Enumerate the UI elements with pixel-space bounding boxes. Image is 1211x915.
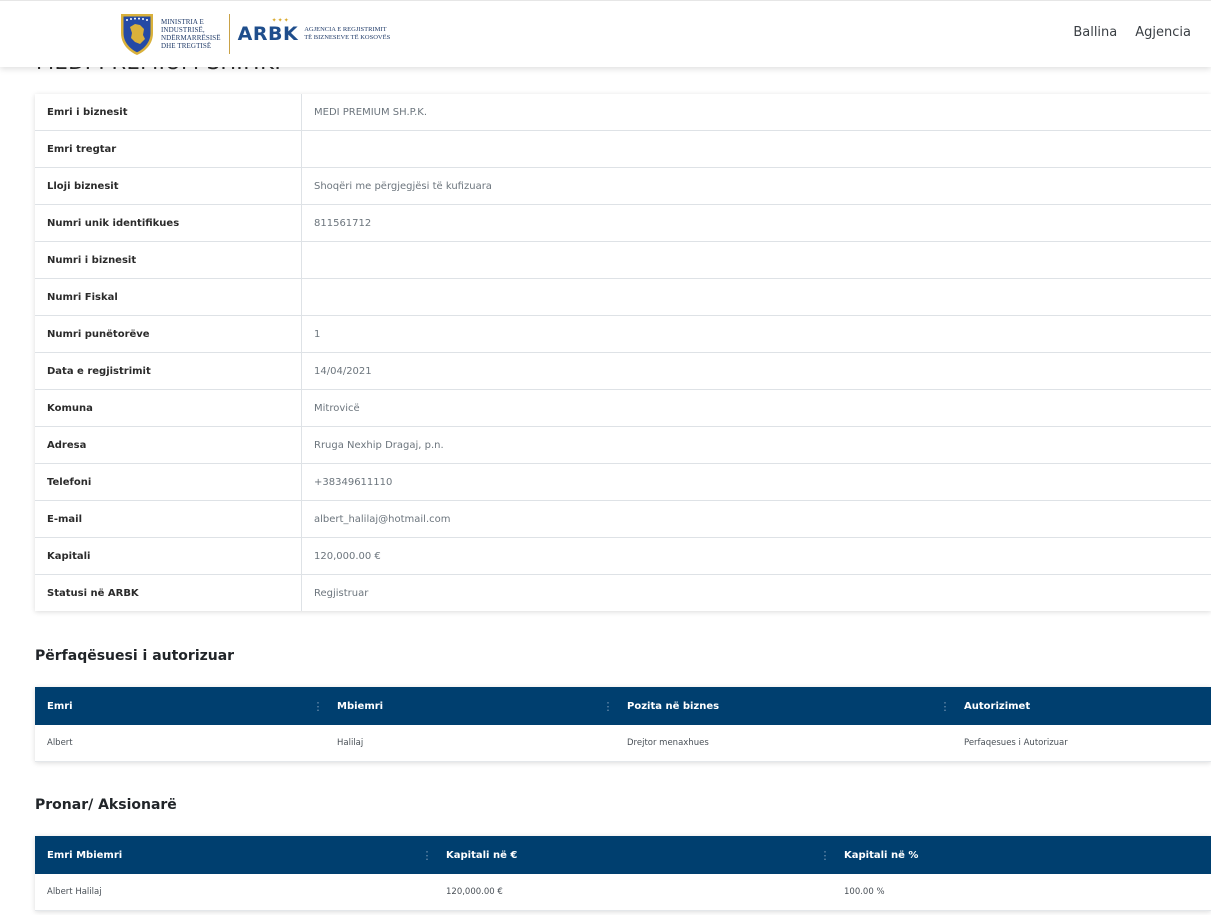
kosovo-coat-of-arms-icon [121,14,153,55]
table-row: Numri punëtorëve 1 [35,315,1211,353]
info-value: 811561712 [301,204,1211,242]
info-label: Adresa [35,426,302,464]
cell-emri: Albert [47,738,73,748]
cell-pozita: Drejtor menaxhues [627,738,709,748]
info-label: Telefoni [35,463,302,501]
info-label: Emri tregtar [35,130,302,168]
cell-autorizimet: Perfaqesues i Autorizuar [964,738,1068,748]
business-info-table: Emri i biznesit MEDI PREMIUM SH.P.K. Emri… [35,94,1211,611]
cell-kapitali-eur: 120,000.00 € [446,887,503,897]
table-row: Data e regjistrimit 14/04/2021 [35,352,1211,390]
info-value [301,241,1211,279]
table-row: Telefoni +38349611110 [35,463,1211,501]
info-value: albert_halilaj@hotmail.com [301,500,1211,538]
table-row: Numri unik identifikues 811561712 [35,204,1211,242]
table-row: Emri i biznesit MEDI PREMIUM SH.P.K. [35,94,1211,131]
kebab-menu-icon[interactable]: ⋮ [311,687,325,725]
info-value: 14/04/2021 [301,352,1211,390]
column-header-emri[interactable]: Emri ⋮ [35,687,325,725]
info-label: Numri i biznesit [35,241,302,279]
table-row[interactable]: Albert Halilaj Drejtor menaxhues Perfaqe… [35,725,1211,762]
info-value: Mitrovicë [301,389,1211,427]
owners-title: Pronar/ Aksionarë [35,797,177,813]
table-row[interactable]: Albert Halilaj 120,000.00 € 100.00 % [35,874,1211,911]
cell-emri-mbiemri: Albert Halilaj [47,887,102,897]
arbk-wordmark: ARBK [237,23,299,45]
info-value [301,278,1211,316]
table-row: E-mail albert_halilaj@hotmail.com [35,500,1211,538]
table-row: Lloji biznesit Shoqëri me përgjegjësi të … [35,167,1211,205]
info-label: Statusi në ARBK [35,574,302,611]
agency-name: AGJENCIA E REGJISTRIMIT TË BIZNESEVE TË … [304,26,391,41]
info-label: Numri Fiskal [35,278,302,316]
kebab-menu-icon[interactable]: ⋮ [818,836,832,874]
info-label: Lloji biznesit [35,167,302,205]
info-label: Numri punëtorëve [35,315,302,353]
top-navbar: MINISTRIA E INDUSTRISË, NDËRMARRËSISË DH… [0,0,1211,67]
info-label: Komuna [35,389,302,427]
logo-group[interactable]: MINISTRIA E INDUSTRISË, NDËRMARRËSISË DH… [118,11,390,57]
info-value: Rruga Nexhip Dragaj, p.n. [301,426,1211,464]
arbk-logo: ✦✦✦ ARBK AGJENCIA E REGJISTRIMIT TË BIZN… [237,18,391,45]
info-value: Regjistruar [314,587,369,599]
grid-header: Emri Mbiemri ⋮ Kapitali në € ⋮ Kapitali … [35,836,1211,874]
table-row: Numri i biznesit [35,241,1211,279]
column-header-kapitali-percent[interactable]: Kapitali në % [832,836,1211,874]
info-value: MEDI PREMIUM SH.P.K. [301,94,1211,131]
info-value: 1 [301,315,1211,353]
table-row: Emri tregtar [35,130,1211,168]
nav-link-agjencia[interactable]: Agjencia [1135,25,1191,40]
info-label: Data e regjistrimit [35,352,302,390]
info-value [301,130,1211,168]
cell-mbiemri: Halilaj [337,738,364,748]
kebab-menu-icon[interactable]: ⋮ [601,687,615,725]
table-row: Numri Fiskal [35,278,1211,316]
column-header-autorizimet[interactable]: Autorizimet [952,687,1211,725]
logo-divider [228,14,230,54]
info-value: 120,000.00 € [301,537,1211,575]
representatives-title: Përfaqësuesi i autorizuar [35,648,235,664]
column-header-emri-mbiemri[interactable]: Emri Mbiemri ⋮ [35,836,434,874]
info-value: Shoqëri me përgjegjësi të kufizuara [301,167,1211,205]
info-label: Kapitali [35,537,302,575]
info-label: E-mail [35,500,302,538]
owners-grid: Emri Mbiemri ⋮ Kapitali në € ⋮ Kapitali … [35,836,1211,911]
cell-kapitali-percent: 100.00 % [844,887,885,897]
column-header-kapitali-eur[interactable]: Kapitali në € ⋮ [434,836,832,874]
info-label: Numri unik identifikues [35,204,302,242]
table-row: Komuna Mitrovicë [35,389,1211,427]
table-row: Statusi në ARBK Regjistruar [35,574,1211,611]
kebab-menu-icon[interactable]: ⋮ [420,836,434,874]
kebab-menu-icon[interactable]: ⋮ [938,687,952,725]
stars-icon: ✦✦✦ [271,18,290,24]
column-header-pozita[interactable]: Pozita në biznes ⋮ [615,687,952,725]
grid-header: Emri ⋮ Mbiemri ⋮ Pozita në biznes ⋮ Auto… [35,687,1211,725]
column-header-mbiemri[interactable]: Mbiemri ⋮ [325,687,615,725]
table-row: Adresa Rruga Nexhip Dragaj, p.n. [35,426,1211,464]
nav-link-ballina[interactable]: Ballina [1073,25,1117,40]
info-value: +38349611110 [301,463,1211,501]
representatives-grid: Emri ⋮ Mbiemri ⋮ Pozita në biznes ⋮ Auto… [35,687,1211,762]
main-nav: Ballina Agjencia [1073,25,1191,40]
info-label: Emri i biznesit [35,94,302,131]
ministry-name: MINISTRIA E INDUSTRISË, NDËRMARRËSISË DH… [161,18,221,50]
table-row: Kapitali 120,000.00 € [35,537,1211,575]
